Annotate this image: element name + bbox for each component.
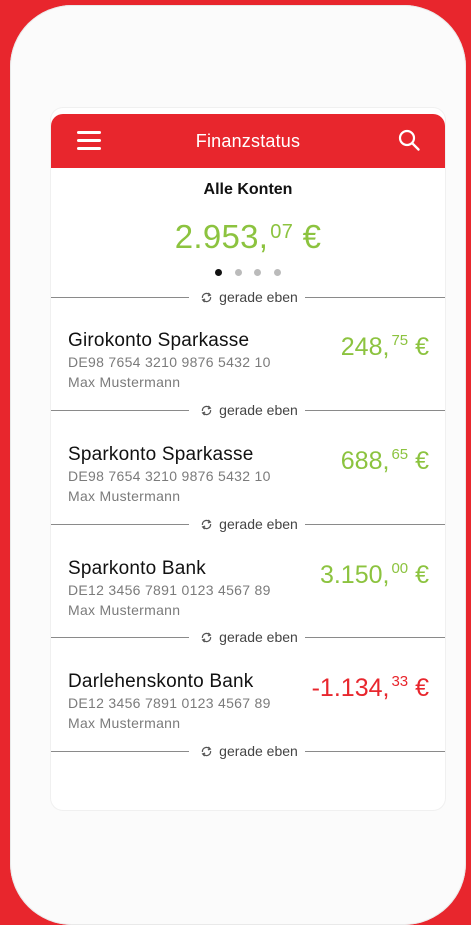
page-title: Finanzstatus — [195, 131, 301, 151]
search-icon-graphic — [398, 129, 420, 151]
account-balance: 3.150, 00 € — [320, 551, 429, 593]
sync-status-label: gerade eben — [219, 402, 298, 418]
sync-status-divider: gerade eben — [51, 402, 445, 418]
account-name: Sparkonto Bank — [68, 558, 206, 579]
account-balance-main: 248, — [340, 333, 390, 361]
page-dot-active[interactable] — [215, 269, 223, 276]
all-accounts-label: Alle Konten — [203, 181, 293, 198]
page-indicator — [51, 263, 445, 276]
account-iban: DE12 3456 7891 0123 4567 89 — [68, 582, 271, 598]
account-balance: 248, 75 € — [341, 323, 429, 365]
account-balance-main: 3.150, — [319, 561, 390, 589]
refresh-icon — [201, 632, 212, 642]
divider-line — [305, 751, 445, 752]
refresh-icon — [201, 292, 212, 302]
account-balance-currency: € — [415, 674, 429, 702]
divider-line — [51, 751, 189, 752]
refresh-icon — [201, 519, 212, 529]
app-screen: Finanzstatus Alle Konten 2.953, 07 € ger… — [51, 108, 445, 810]
page-dot[interactable] — [234, 269, 242, 276]
sync-status-divider: gerade eben — [51, 629, 445, 645]
sync-status-label: gerade eben — [219, 629, 298, 645]
divider-line — [51, 297, 189, 298]
account-iban: DE98 7654 3210 9876 5432 10 — [68, 354, 271, 370]
divider-line — [305, 524, 445, 525]
sync-status-divider: gerade eben — [51, 516, 445, 532]
sync-status-label: gerade eben — [219, 289, 298, 305]
account-owner: Max Mustermann — [68, 488, 181, 504]
account-balance-main: -1.134, — [311, 674, 390, 702]
account-iban: DE12 3456 7891 0123 4567 89 — [68, 695, 271, 711]
refresh-icon — [201, 405, 212, 415]
divider-line — [305, 637, 445, 638]
account-owner: Max Mustermann — [68, 374, 181, 390]
sync-status-label: gerade eben — [219, 743, 298, 759]
sync-status: gerade eben — [196, 743, 302, 759]
sync-status: gerade eben — [196, 516, 302, 532]
page-dot[interactable] — [273, 269, 281, 276]
account-balance-cents: 00 — [391, 560, 409, 577]
account-name: Sparkonto Sparkasse — [68, 444, 254, 465]
account-name: Darlehenskonto Bank — [68, 671, 254, 692]
sync-status-label: gerade eben — [219, 516, 298, 532]
account-balance-currency: € — [415, 333, 429, 361]
page-dot[interactable] — [254, 269, 262, 276]
account-iban: DE98 7654 3210 9876 5432 10 — [68, 468, 271, 484]
divider-line — [51, 524, 189, 525]
account-balance-cents: 75 — [391, 332, 409, 349]
account-owner: Max Mustermann — [68, 602, 181, 618]
account-owner: Max Mustermann — [68, 715, 181, 731]
sync-status-divider: gerade eben — [51, 743, 445, 759]
divider-line — [51, 410, 189, 411]
search-icon[interactable] — [397, 128, 421, 152]
total-balance-cents: 07 — [270, 221, 294, 243]
divider-line — [305, 410, 445, 411]
sync-status: gerade eben — [196, 289, 302, 305]
divider-line — [51, 637, 189, 638]
account-balance-currency: € — [415, 561, 429, 589]
refresh-icon — [201, 746, 212, 756]
total-balance: 2.953, 07 € — [51, 212, 445, 257]
divider-line — [305, 297, 445, 298]
sync-status-divider: gerade eben — [51, 289, 445, 305]
account-balance: 688, 65 € — [341, 437, 429, 479]
account-balance-currency: € — [415, 447, 429, 475]
account-name: Girokonto Sparkasse — [68, 330, 250, 351]
account-balance: -1.134, 33 € — [312, 664, 429, 706]
top-navigation-bar: Finanzstatus — [51, 114, 445, 168]
total-balance-currency: € — [302, 218, 322, 255]
total-balance-main: 2.953, — [174, 218, 269, 255]
account-balance-main: 688, — [340, 447, 390, 475]
sync-status: gerade eben — [196, 402, 302, 418]
phone-frame: Finanzstatus Alle Konten 2.953, 07 € ger… — [10, 5, 466, 925]
account-balance-cents: 33 — [391, 673, 409, 690]
account-balance-cents: 65 — [391, 446, 409, 463]
sync-status: gerade eben — [196, 629, 302, 645]
